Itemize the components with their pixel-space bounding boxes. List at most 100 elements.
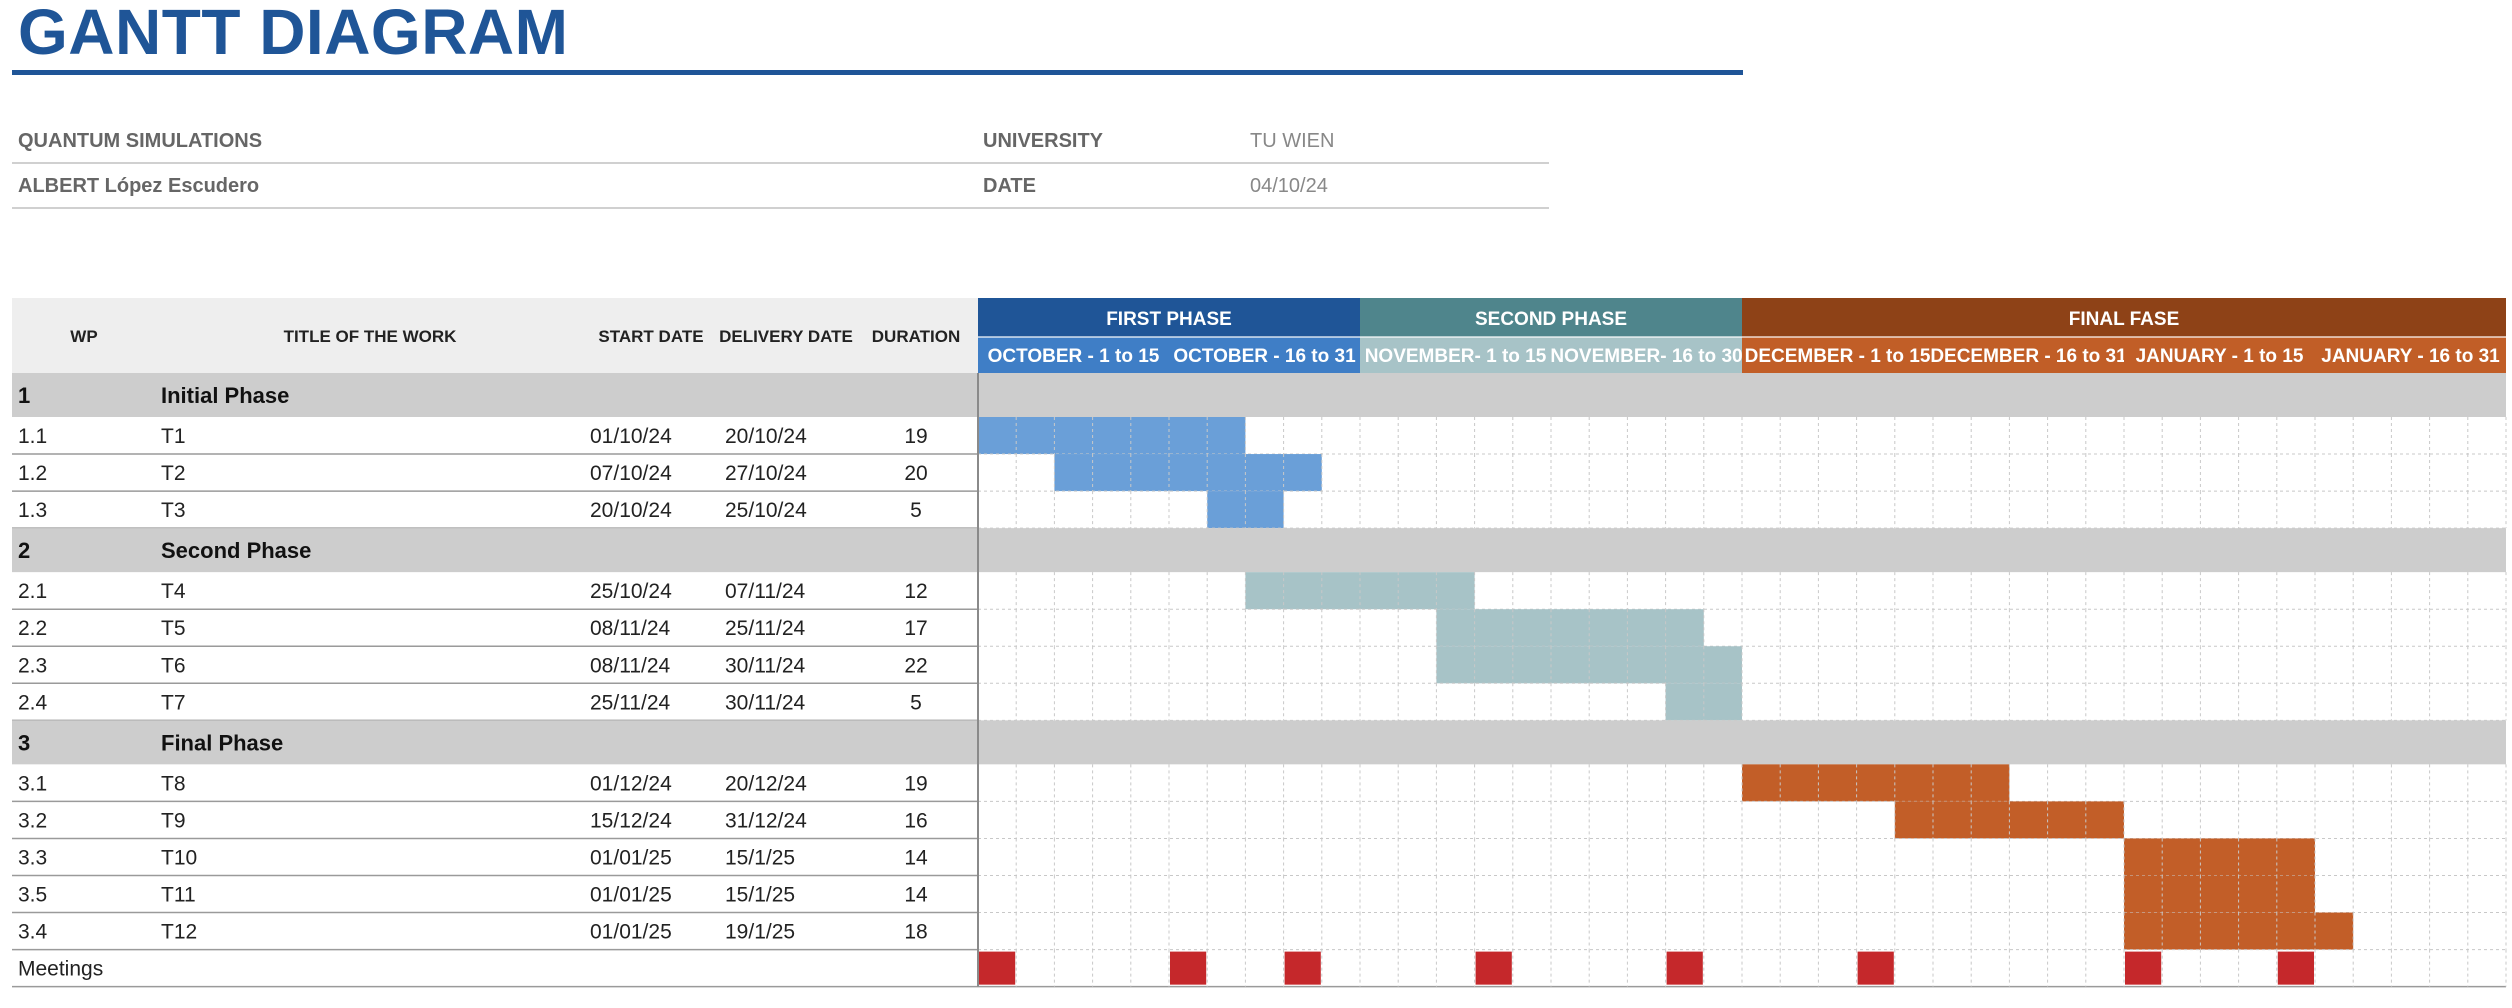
task-title: T9: [161, 809, 186, 832]
task-duration: 16: [904, 809, 927, 832]
task-start-date: 08/11/24: [590, 654, 671, 677]
task-start-date: 08/11/24: [590, 617, 671, 640]
task-delivery-date: 30/11/24: [725, 691, 806, 714]
task-start-date: 01/01/25: [590, 921, 672, 944]
task-title: T4: [161, 580, 186, 603]
task-title: T3: [161, 499, 186, 522]
column-header: WP: [70, 327, 97, 346]
task-wp: 2.1: [18, 580, 47, 603]
task-start-date: 07/10/24: [590, 462, 672, 485]
meeting-marker: [1666, 951, 1703, 985]
task-bar: [1436, 609, 1704, 647]
task-title: T12: [161, 921, 197, 944]
section-title: Second Phase: [161, 538, 311, 563]
section-row-bg: [12, 373, 2506, 417]
period-header: NOVEMBER- 1 to 15: [1365, 346, 1547, 367]
task-duration: 18: [904, 921, 927, 944]
meeting-marker: [1284, 951, 1321, 985]
gantt-chart: WP TITLE OF THE WORK START DATE DELIVERY DA…: [12, 298, 2507, 988]
section-row-bg: [12, 720, 2506, 765]
task-title: T5: [161, 617, 186, 640]
task-start-date: 20/10/24: [590, 499, 672, 522]
header-divider: [978, 336, 2506, 338]
meeting-marker: [1857, 951, 1894, 985]
task-wp: 3.2: [18, 809, 47, 832]
section-number: 3: [18, 730, 30, 755]
task-duration: 14: [904, 846, 928, 869]
task-duration: 5: [910, 691, 922, 714]
task-wp: 1.1: [18, 425, 47, 448]
task-delivery-date: 15/1/25: [725, 884, 795, 907]
task-wp: 2.2: [18, 617, 47, 640]
task-title: T10: [161, 846, 197, 869]
task-wp: 2.4: [18, 691, 48, 714]
task-wp: 3.4: [18, 921, 48, 944]
task-start-date: 25/10/24: [590, 580, 672, 603]
task-start-date: 15/12/24: [590, 809, 672, 832]
task-title: T8: [161, 772, 186, 795]
task-start-date: 25/11/24: [590, 691, 671, 714]
task-wp: 3.5: [18, 884, 47, 907]
task-wp: 3.3: [18, 846, 47, 869]
task-bar: [2124, 838, 2315, 876]
task-title: T11: [161, 884, 196, 907]
task-start-date: 01/12/24: [590, 772, 672, 795]
task-delivery-date: 30/11/24: [725, 654, 806, 677]
task-duration: 20: [904, 462, 927, 485]
task-start-date: 01/10/24: [590, 425, 672, 448]
meeting-marker: [2125, 951, 2162, 985]
period-header: JANUARY - 1 to 15: [2136, 346, 2304, 367]
column-header: START DATE: [598, 327, 703, 346]
task-duration: 19: [904, 772, 927, 795]
section-title: Final Phase: [161, 730, 283, 755]
task-delivery-date: 07/11/24: [725, 580, 806, 603]
meeting-marker: [1475, 951, 1512, 985]
meeting-marker: [1170, 951, 1207, 985]
task-wp: 2.3: [18, 654, 47, 677]
period-header: OCTOBER - 1 to 15: [988, 346, 1160, 367]
column-header: DURATION: [872, 327, 960, 346]
section-number: 2: [18, 538, 30, 563]
task-duration: 12: [904, 580, 927, 603]
task-delivery-date: 31/12/24: [725, 809, 807, 832]
period-header: OCTOBER - 16 to 31: [1173, 346, 1356, 367]
task-delivery-date: 25/10/24: [725, 499, 807, 522]
task-duration: 19: [904, 425, 927, 448]
task-delivery-date: 20/12/24: [725, 772, 807, 795]
period-header: NOVEMBER- 16 to 30: [1550, 346, 1742, 367]
task-duration: 17: [904, 617, 927, 640]
task-delivery-date: 15/1/25: [725, 846, 795, 869]
phase-header: FINAL FASE: [2069, 309, 2180, 330]
task-bar: [1054, 454, 1322, 492]
task-start-date: 01/01/25: [590, 884, 672, 907]
task-title: T1: [161, 425, 186, 448]
task-delivery-date: 27/10/24: [725, 462, 807, 485]
meeting-marker: [2277, 951, 2314, 985]
task-wp: 1.2: [18, 462, 47, 485]
period-header: DECEMBER - 1 to 15: [1745, 346, 1931, 367]
section-row-bg: [12, 528, 2506, 573]
task-delivery-date: 20/10/24: [725, 425, 807, 448]
task-delivery-date: 19/1/25: [725, 921, 795, 944]
task-start-date: 01/01/25: [590, 846, 672, 869]
column-header: DELIVERY DATE: [719, 327, 853, 346]
task-title: T2: [161, 462, 186, 485]
meetings-label: Meetings: [18, 958, 103, 981]
task-wp: 1.3: [18, 499, 47, 522]
column-header: TITLE OF THE WORK: [284, 327, 458, 346]
section-number: 1: [18, 383, 30, 408]
phase-header: SECOND PHASE: [1475, 309, 1627, 330]
period-header: JANUARY - 16 to 31: [2321, 346, 2500, 367]
task-wp: 3.1: [18, 772, 47, 795]
task-duration: 14: [904, 884, 928, 907]
period-header: DECEMBER - 16 to 31: [1930, 346, 2127, 367]
section-title: Initial Phase: [161, 383, 289, 408]
task-bar: [1742, 764, 2010, 802]
task-title: T7: [161, 691, 186, 714]
task-bar: [2124, 875, 2315, 913]
phase-header: FIRST PHASE: [1106, 309, 1232, 330]
task-duration: 5: [910, 499, 922, 522]
task-delivery-date: 25/11/24: [725, 617, 806, 640]
task-title: T6: [161, 654, 186, 677]
task-bar: [978, 417, 1246, 455]
